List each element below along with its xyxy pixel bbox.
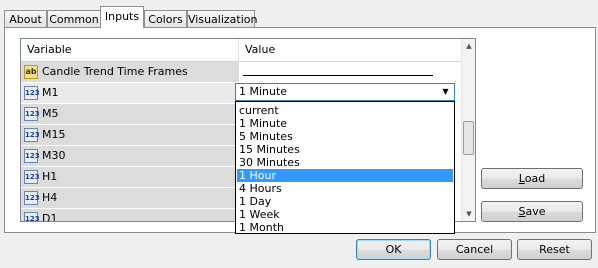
value-cell[interactable] <box>240 62 461 82</box>
dropdown-option[interactable]: 1 Week <box>237 208 453 221</box>
variable-name: D1 <box>42 212 58 222</box>
dropdown-option-highlighted[interactable]: 1 Hour <box>237 169 453 182</box>
load-button[interactable]: Load <box>481 168 583 189</box>
string-type-icon: ab <box>24 65 38 79</box>
dropdown-option[interactable]: 1 Day <box>237 195 453 208</box>
grid-row-candle-trend[interactable]: ab Candle Trend Time Frames <box>21 62 461 83</box>
tab-common[interactable]: Common <box>47 10 101 27</box>
dropdown-option[interactable]: 4 Hours <box>237 182 453 195</box>
dropdown-option[interactable]: 5 Minutes <box>237 130 453 143</box>
grid-header: Variable Value <box>21 39 461 62</box>
number-type-icon: 123 <box>24 149 40 163</box>
number-type-icon: 123 <box>24 128 40 142</box>
tab-inputs[interactable]: Inputs <box>100 6 144 28</box>
dropdown-option[interactable]: 15 Minutes <box>237 143 453 156</box>
variable-name: H1 <box>42 170 58 183</box>
timeframe-dropdown-list: current 1 Minute 5 Minutes 15 Minutes 30… <box>235 101 455 234</box>
timeframe-combobox[interactable]: 1 Minute ▼ <box>235 83 455 101</box>
number-type-icon: 123 <box>24 86 40 100</box>
variable-name: M30 <box>42 149 66 162</box>
number-type-icon: 123 <box>24 212 40 221</box>
scroll-up-icon[interactable]: ▲ <box>462 39 475 53</box>
tab-colors[interactable]: Colors <box>144 10 187 27</box>
grid-vertical-scrollbar[interactable]: ▲ ▼ <box>461 39 475 221</box>
tab-about[interactable]: About <box>4 10 47 27</box>
combobox-value: 1 Minute <box>239 85 288 98</box>
tab-visualization[interactable]: Visualization <box>187 10 257 27</box>
dropdown-option[interactable]: 1 Month <box>237 221 453 234</box>
reset-button[interactable]: Reset <box>517 239 592 260</box>
number-type-icon: 123 <box>24 107 40 121</box>
chevron-down-icon[interactable]: ▼ <box>437 84 454 100</box>
dropdown-option[interactable]: 1 Minute <box>237 117 453 130</box>
variable-name: M5 <box>42 107 59 120</box>
dropdown-option[interactable]: 30 Minutes <box>237 156 453 169</box>
column-header-value[interactable]: Value <box>239 39 461 61</box>
cancel-button[interactable]: Cancel <box>437 239 512 260</box>
variable-name: H4 <box>42 191 58 204</box>
string-value-underline <box>243 75 433 76</box>
variable-name: Candle Trend Time Frames <box>42 65 188 78</box>
scroll-down-icon[interactable]: ▼ <box>462 207 475 221</box>
number-type-icon: 123 <box>24 170 40 184</box>
ok-button[interactable]: OK <box>356 239 431 260</box>
variable-name: M1 <box>42 86 59 99</box>
variable-name: M15 <box>42 128 66 141</box>
dropdown-option[interactable]: current <box>237 104 453 117</box>
scrollbar-thumb[interactable] <box>463 121 474 155</box>
column-header-variable[interactable]: Variable <box>21 39 239 61</box>
save-button[interactable]: Save <box>481 201 583 222</box>
number-type-icon: 123 <box>24 191 40 205</box>
